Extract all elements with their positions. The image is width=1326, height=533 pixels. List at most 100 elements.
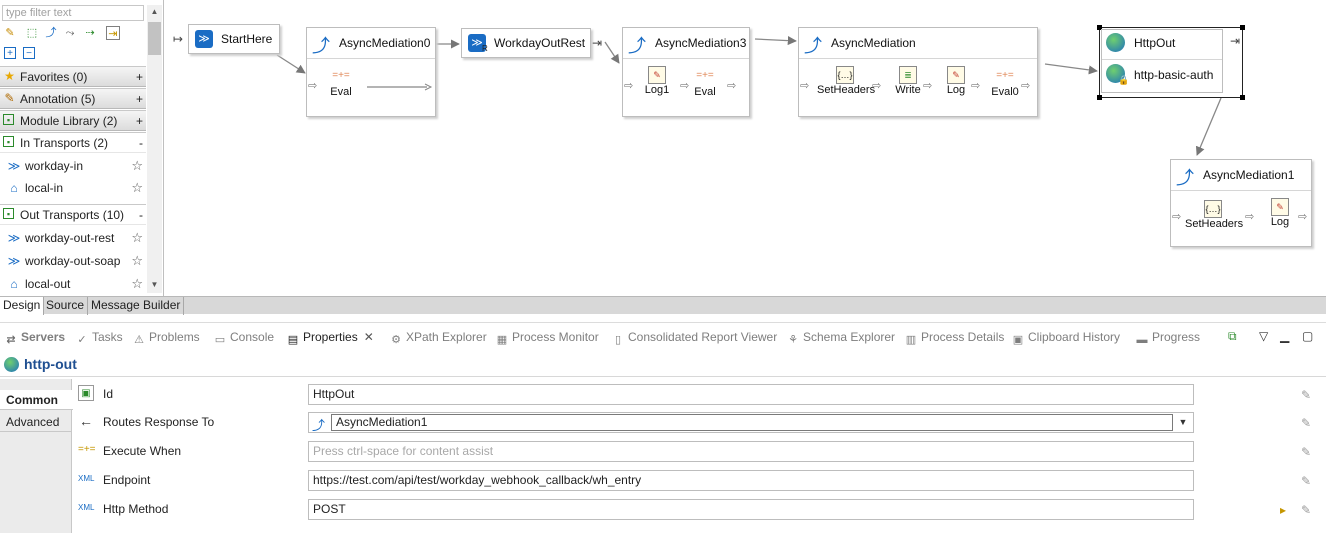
expand-all-icon[interactable]: + [4,47,16,59]
tab-label: Schema Explorer [803,330,896,344]
tab-advanced[interactable]: Advanced [0,412,72,432]
route-tool-icon[interactable]: ⤳ [63,26,77,40]
edit-icon[interactable]: ✎ [1301,388,1311,402]
tab-problems[interactable]: ⚠ Problems [132,328,200,346]
item-label: workday-in [25,159,84,173]
scroll-up-icon[interactable]: ▲ [148,5,161,19]
palette-group-in-transports[interactable]: ▪ In Transports (2) - [0,132,146,153]
star-outline-icon[interactable]: ☆ [131,250,143,272]
operation-eval0[interactable]: =+= Eval0 [985,68,1025,98]
endpoint-field[interactable]: https://test.com/api/test/workday_webhoo… [308,470,1194,491]
operation-log[interactable]: ✎ Log [1260,198,1300,228]
node-title: WorkdayOutRest [494,36,586,50]
star-outline-icon[interactable]: ☆ [131,227,143,249]
palette-group-annotation[interactable]: ✎ Annotation (5) + [0,88,146,109]
node-async-mediation0[interactable]: ⤴ AsyncMediation0 ⇨ =+= Eval [306,27,436,117]
edit-icon[interactable]: ✎ [1301,474,1311,488]
execute-when-field[interactable]: Press ctrl-space for content assist [308,441,1194,462]
property-row-endpoint: XML Endpoint https://test.com/api/test/w… [73,466,1326,493]
select-icon[interactable]: ⬚ [25,26,39,40]
operation-write[interactable]: ≣ Write [888,66,928,96]
collapse-icon[interactable]: - [139,205,143,225]
node-start-here[interactable]: ≫ StartHere [188,24,280,54]
palette-filter-input[interactable]: type filter text [2,5,144,21]
edit-icon[interactable]: ✎ [1301,416,1311,430]
tab-process-details[interactable]: ▥ Process Details [904,328,1005,346]
http-method-field[interactable]: POST [308,499,1194,520]
node-workday-out-rest[interactable]: ≫ R WorkdayOutRest ⇥ [461,28,602,58]
tab-message-builder[interactable]: Message Builder [88,297,185,315]
tab-tasks[interactable]: ✓ Tasks [75,328,122,346]
operation-setheaders[interactable]: {…} SetHeaders [817,66,875,96]
node-async-mediation1[interactable]: ⤴ AsyncMediation1 ⇨ {…} SetHeaders ⇨ ✎ L… [1170,159,1312,247]
tab-servers[interactable]: ⇄ Servers [4,328,65,346]
tab-consolidated-report-viewer[interactable]: ▯ Consolidated Report Viewer [611,328,777,346]
collapse-all-icon[interactable]: − [23,47,35,59]
tab-design[interactable]: Design [0,297,45,315]
star-outline-icon[interactable]: ☆ [131,177,143,199]
operation-eval[interactable]: =+= Eval [685,68,725,98]
tab-properties[interactable]: ▤ Properties ✕ [286,328,374,346]
chevron-down-icon[interactable]: ▼ [1174,414,1192,431]
star-outline-icon[interactable]: ☆ [131,273,143,295]
tab-console[interactable]: ▭ Console [213,328,274,346]
tab-process-monitor[interactable]: ▦ Process Monitor [495,328,599,346]
node-divider [623,58,749,59]
palette-item-workday-out-soap[interactable]: ≫ workday-out-soap ☆ [0,250,146,272]
toggle-tool-icon[interactable]: ⇥ [106,26,120,40]
selection-handle[interactable] [1240,95,1245,100]
scroll-down-icon[interactable]: ▼ [148,278,161,292]
tab-common[interactable]: Common [0,390,73,410]
expand-icon[interactable]: + [136,89,143,109]
edit-icon[interactable]: ✎ [1301,445,1311,459]
connection-tool-icon[interactable]: ⇢ [83,26,97,40]
expand-icon[interactable]: + [136,67,143,87]
close-icon[interactable]: ✕ [364,330,374,344]
id-field[interactable]: HttpOut [308,384,1194,405]
new-view-icon[interactable]: ⧉ [1228,329,1237,344]
properties-header: http-out [0,353,1326,377]
star-outline-icon[interactable]: ☆ [131,155,143,177]
input-arrow-icon: ⇨ [1172,211,1182,223]
rest-badge: R [482,44,488,53]
edit-icon[interactable]: ✎ [1301,503,1311,517]
collapse-icon[interactable]: - [139,133,143,153]
palette-item-workday-in[interactable]: ≫ workday-in ☆ [0,155,146,177]
tab-schema-explorer[interactable]: ⚘ Schema Explorer [786,328,895,346]
tab-progress[interactable]: ▬ Progress [1135,328,1201,346]
workday-transport-icon: ≫ [7,231,21,245]
operation-setheaders[interactable]: {…} SetHeaders [1185,200,1243,230]
routes-response-combo[interactable]: ⤴ AsyncMediation1 ▼ [308,412,1194,433]
minimize-icon[interactable]: ▁ [1280,329,1289,343]
selection-handle[interactable] [1097,95,1102,100]
xpath-icon: ⚙ [391,334,401,346]
node-http-out[interactable]: HttpOut 🔒 http-basic-auth [1101,29,1223,93]
palette-group-favorites[interactable]: ★ Favorites (0) + [0,66,146,87]
node-async-mediation3[interactable]: ⤴ AsyncMediation3 ⇨ ✎ Log1 ⇨ =+= Eval ⇨ [622,27,750,117]
palette-item-local-in[interactable]: ⌂ local-in ☆ [0,177,146,199]
tab-source[interactable]: Source [43,297,89,315]
node-async-mediation[interactable]: ⤴ AsyncMediation ⇨ {…} SetHeaders ⇨ ≣ Wr… [798,27,1038,117]
property-label: Execute When [103,444,182,458]
tab-clipboard-history[interactable]: ▣ Clipboard History [1011,328,1120,346]
palette-item-workday-out-rest[interactable]: ≫ workday-out-rest ☆ [0,227,146,249]
routes-response-value[interactable]: AsyncMediation1 [331,414,1173,431]
palette-item-local-out[interactable]: ⌂ local-out ☆ [0,273,146,295]
selection-handle[interactable] [1240,25,1245,30]
palette-group-module-library[interactable]: ▪ Module Library (2) + [0,110,146,131]
view-menu-icon[interactable]: ▽ [1259,329,1268,343]
operation-eval[interactable]: =+= Eval [321,68,361,98]
maximize-icon[interactable]: ▢ [1302,329,1313,343]
operation-log[interactable]: ✎ Log [936,66,976,96]
flow-arrow-icon: ⇨ [1245,211,1255,223]
palette-group-out-transports[interactable]: ▪ Out Transports (10) - [0,204,146,225]
pencil-icon[interactable]: ✎ [3,26,17,40]
mediation-tool-icon[interactable]: ⤴ [44,26,58,40]
scrollbar-thumb[interactable] [148,22,161,55]
assembly-canvas[interactable]: ↦ ≫ StartHere ⤴ AsyncMediation0 ⇨ =+= Ev… [165,0,1326,296]
expand-icon[interactable]: + [136,111,143,131]
tab-xpath-explorer[interactable]: ⚙ XPath Explorer [389,328,487,346]
properties-side-tabs: Common Advanced [0,379,73,533]
content-assist-icon[interactable]: ▸ [1280,503,1286,517]
operation-log1[interactable]: ✎ Log1 [637,66,677,96]
